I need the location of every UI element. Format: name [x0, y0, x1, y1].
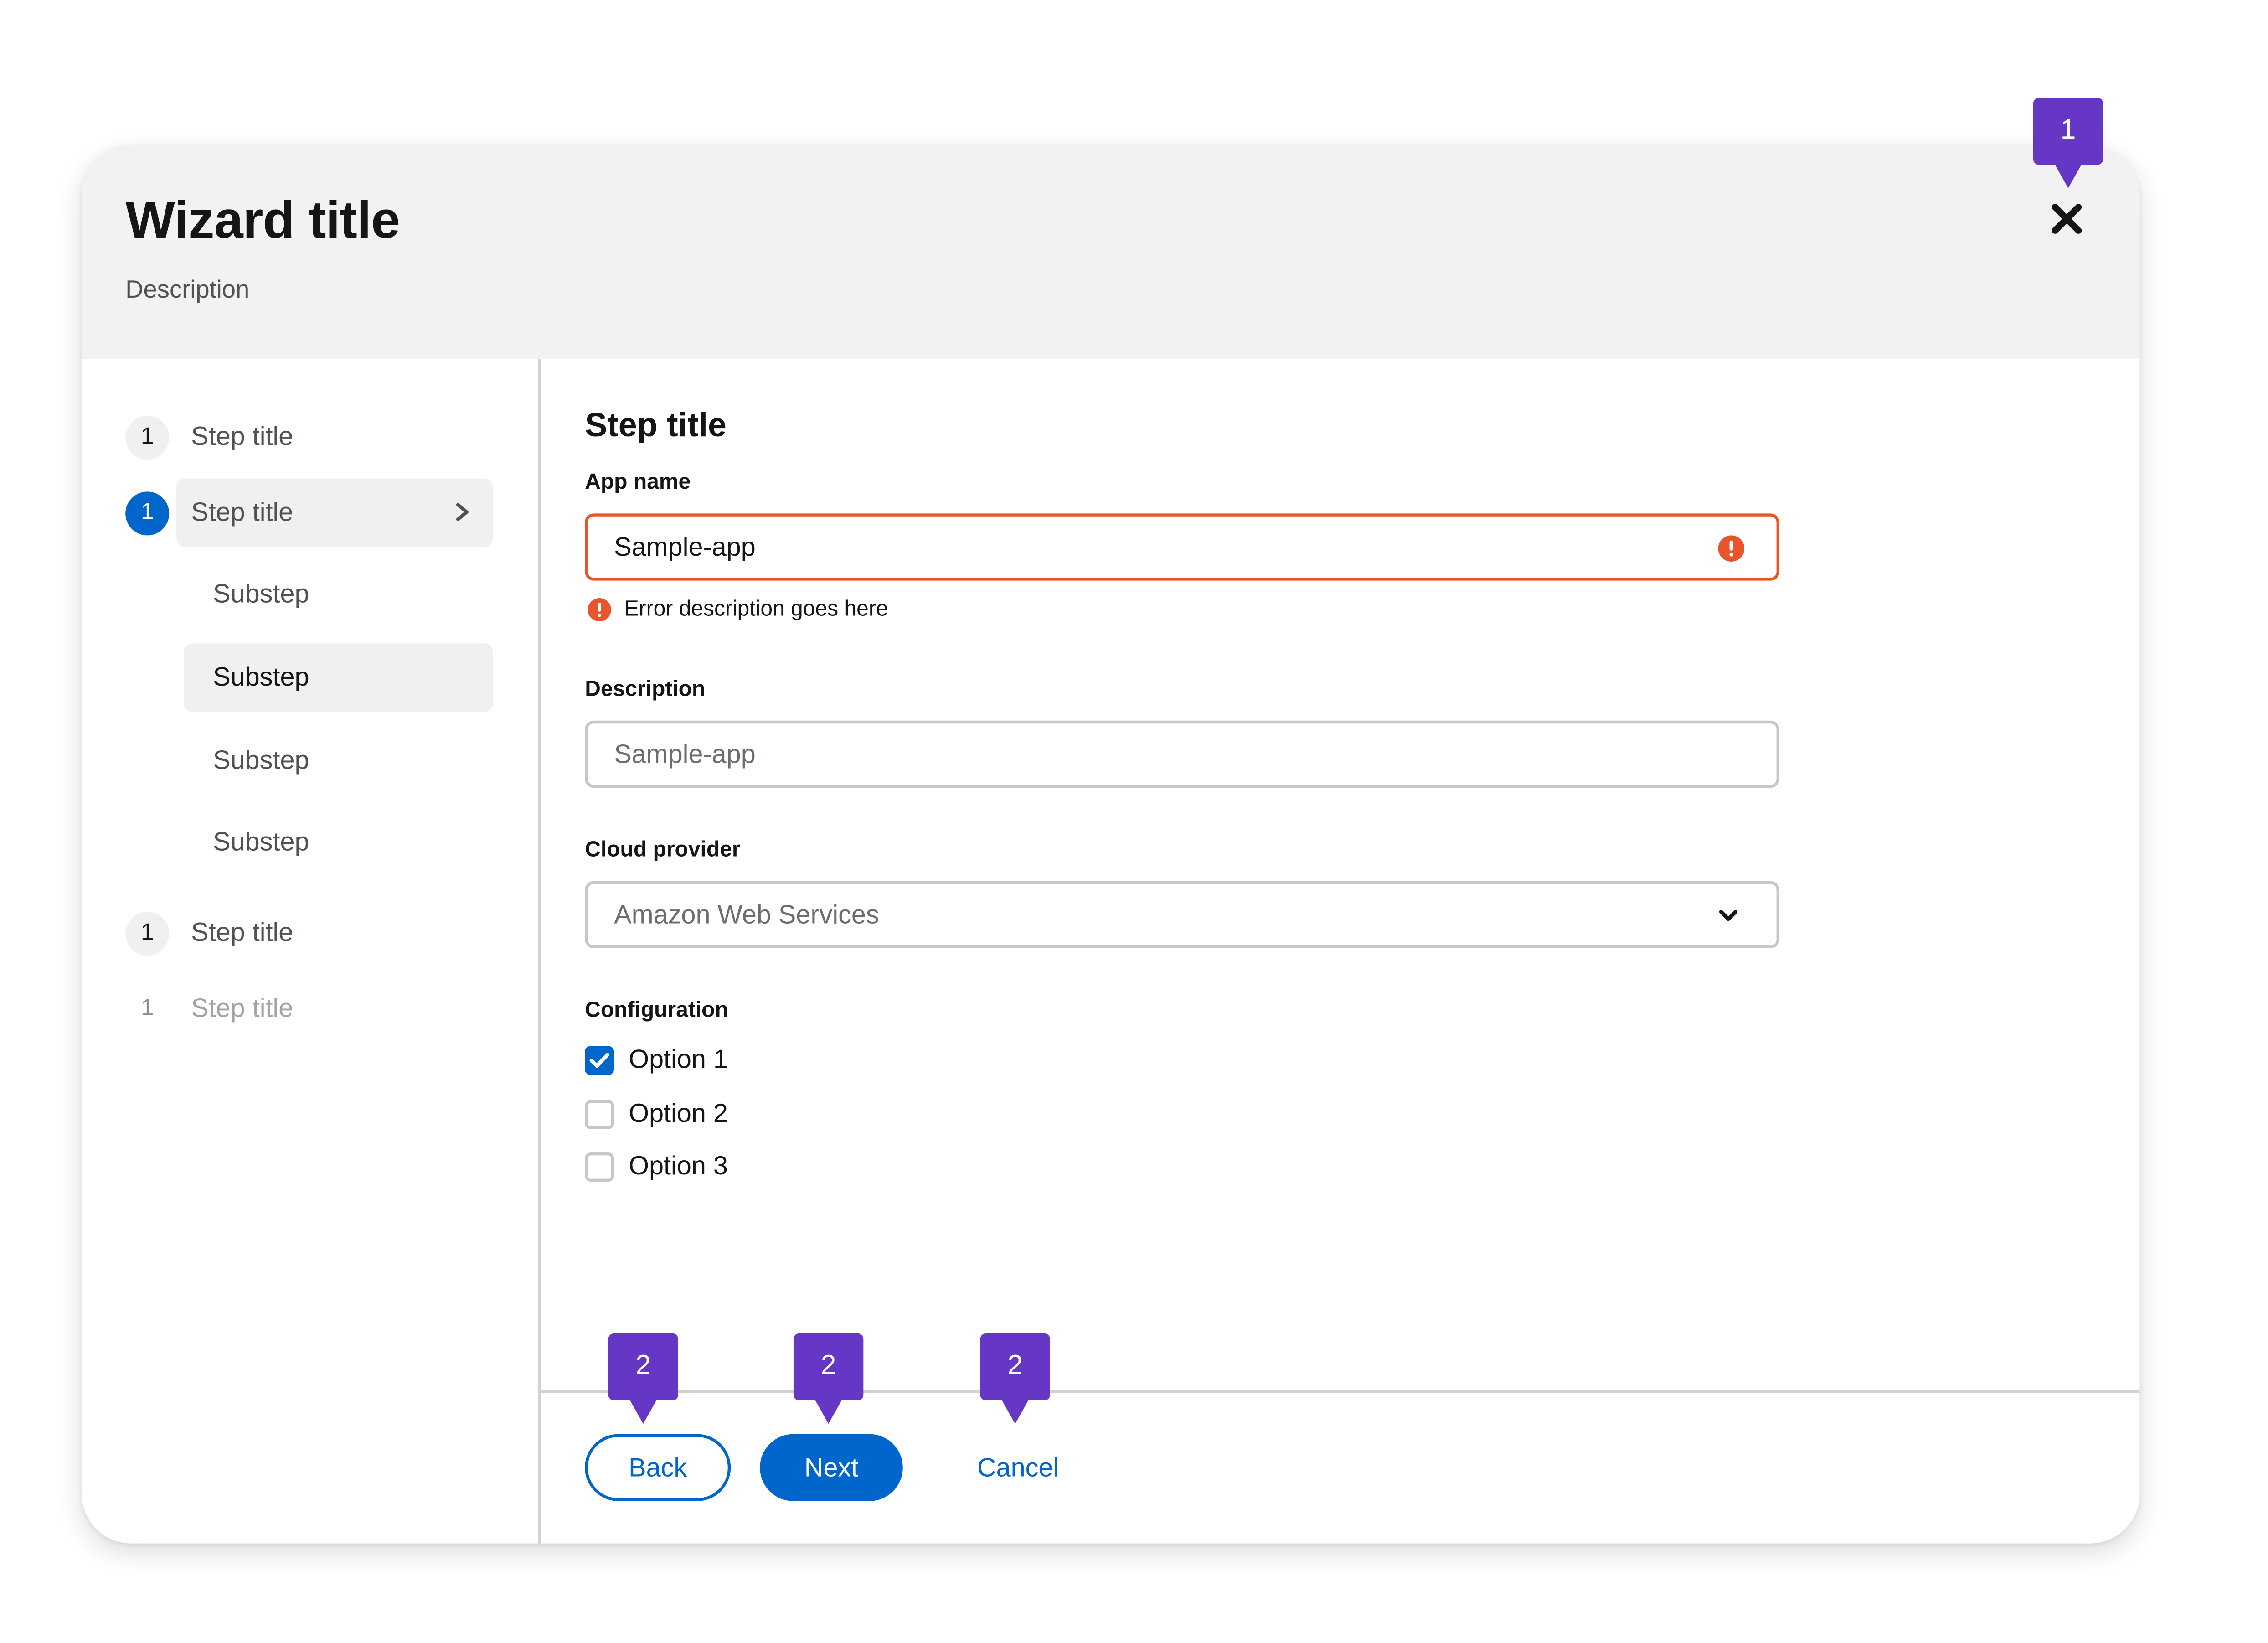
configuration-label: Configuration: [585, 997, 728, 1023]
callout-number: 2: [1007, 1351, 1023, 1382]
nav-step-label: Step title: [191, 497, 294, 527]
chevron-down-icon: [1719, 909, 1738, 921]
checkbox-unchecked[interactable]: [585, 1099, 614, 1129]
callout-number: 2: [635, 1351, 651, 1382]
cloud-provider-select[interactable]: Amazon Web Services: [585, 881, 1779, 948]
exclamation-circle-icon: [588, 597, 611, 621]
callout-cancel: 2: [980, 1333, 1050, 1427]
app-name-input[interactable]: Sample-app: [585, 513, 1779, 581]
nav-step-2[interactable]: 1 Step title: [125, 479, 293, 547]
cloud-provider-label: Cloud provider: [585, 837, 741, 863]
callout-next: 2: [793, 1333, 864, 1427]
callout-back: 2: [608, 1333, 678, 1427]
next-button[interactable]: Next: [760, 1434, 903, 1501]
step-number: 1: [125, 415, 170, 459]
nav-step-label: Step title: [191, 917, 294, 947]
description-label: Description: [585, 677, 706, 702]
callout-number: 1: [2060, 115, 2076, 146]
wizard-nav: 1 Step title 1 Step title Substep Subste…: [82, 359, 541, 1544]
checkmark-icon: [589, 1052, 609, 1067]
step-number: 1: [140, 996, 154, 1021]
description-placeholder: Sample-app: [614, 739, 756, 768]
checkbox-unchecked[interactable]: [585, 1152, 614, 1181]
option-label: Option 1: [629, 1044, 728, 1074]
wizard-body: Step title App name Sample-app Error des…: [541, 359, 2140, 1543]
app-name-value: Sample-app: [614, 532, 756, 561]
nav-step-4: 1 Step title: [125, 975, 293, 1043]
wizard-title: Wizard title: [125, 190, 400, 250]
nav-substep-2[interactable]: Substep: [184, 643, 493, 712]
footer-divider: [541, 1390, 2140, 1393]
wizard-modal: Wizard title Description 1 Step title 1 …: [82, 146, 2140, 1544]
close-icon[interactable]: [2046, 198, 2088, 239]
cloud-provider-value: Amazon Web Services: [614, 899, 879, 929]
nav-substep-1[interactable]: Substep: [184, 560, 493, 629]
step-number: 1: [125, 911, 170, 955]
wizard-header: Wizard title Description: [82, 146, 2140, 359]
app-name-error: Error description goes here: [588, 597, 888, 621]
error-text: Error description goes here: [624, 596, 888, 622]
callout-close: 1: [2033, 98, 2103, 191]
nav-substep-3[interactable]: Substep: [184, 727, 493, 795]
nav-step-1[interactable]: 1 Step title: [125, 403, 293, 471]
option-label: Option 2: [629, 1098, 728, 1128]
callout-number: 2: [820, 1351, 836, 1382]
option-1-checkbox[interactable]: Option 1: [585, 1044, 728, 1075]
nav-substep-4[interactable]: Substep: [184, 808, 493, 877]
nav-step-label: Step title: [191, 421, 294, 451]
step-number: 1: [125, 491, 170, 535]
cancel-button[interactable]: Cancel: [953, 1434, 1084, 1501]
step-title: Step title: [585, 405, 727, 444]
canvas: Wizard title Description 1 Step title 1 …: [0, 0, 2268, 1643]
option-3-checkbox[interactable]: Option 3: [585, 1151, 728, 1182]
nav-step-3[interactable]: 1 Step title: [125, 899, 293, 967]
option-2-checkbox[interactable]: Option 2: [585, 1099, 728, 1129]
description-input[interactable]: Sample-app: [585, 720, 1779, 788]
option-label: Option 3: [629, 1151, 728, 1180]
chevron-right-icon: [456, 503, 469, 522]
checkbox-checked[interactable]: [585, 1045, 614, 1075]
wizard-description: Description: [125, 275, 250, 304]
exclamation-circle-icon: [1718, 535, 1745, 562]
back-button[interactable]: Back: [585, 1434, 731, 1501]
app-name-label: App name: [585, 470, 691, 495]
nav-step-label: Step title: [191, 993, 294, 1023]
